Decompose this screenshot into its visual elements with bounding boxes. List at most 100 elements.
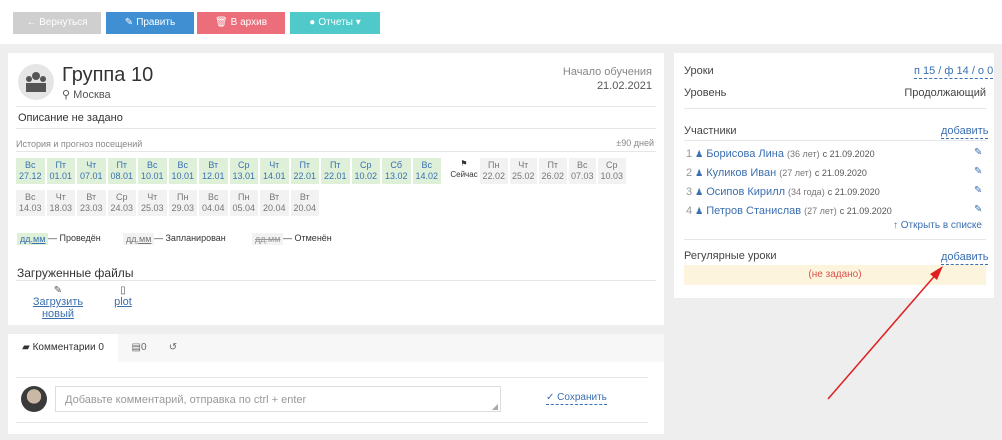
attendance-day-weekday: Вт [208,160,219,170]
attendance-day-date: 13.01 [232,171,256,181]
participant-number: 1 [686,148,693,160]
attendance-day[interactable]: Вт 23.03 [77,190,106,216]
edit-participant-icon[interactable]: ✎ [974,204,983,215]
attendance-day-weekday: Вс [146,160,158,170]
file-item[interactable]: ▯ plot [110,285,136,308]
history-icon: ↺ [168,342,178,353]
list-item: 3 ♟ Осипов Кирилл (34 года) с 21.09.2020 [686,186,883,198]
file-link[interactable]: plot [114,296,132,308]
attendance-day[interactable]: Вт 12.01 [199,158,228,184]
group-description: Описание не задано [18,112,123,124]
attendance-day[interactable]: Вс 14.02 [412,158,441,184]
participant-age: (36 лет) [787,149,820,159]
attendance-day[interactable]: Пт 01.01 [46,158,75,184]
reports-button[interactable]: ● Отчеты ▾ [290,12,380,34]
attendance-day-date: 10.03 [600,171,624,181]
open-list-link[interactable]: ↑ Открыть в списке [893,220,982,231]
start-date: 21.02.2021 [596,80,652,92]
attendance-day-date: 07.03 [570,171,594,181]
lessons-value[interactable]: п 15 / ф 14 / о 0 [914,65,994,79]
attendance-day[interactable]: Вс 10.01 [138,158,167,184]
legend-planned-chip: дд.мм [123,233,155,245]
chevron-down-icon: ▾ [355,17,361,28]
attendance-day[interactable]: Сб 13.02 [382,158,411,184]
attendance-day[interactable]: Ср 13.01 [229,158,258,184]
resize-handle-icon[interactable]: ◢ [492,402,498,411]
attendance-day-weekday: Вт [86,192,97,202]
attendance-day[interactable]: Чт 18.03 [46,190,75,216]
edit-participant-icon[interactable]: ✎ [974,147,983,158]
check-icon: ✓ [546,392,555,403]
participant-name[interactable]: Куликов Иван [706,167,776,179]
comment-input[interactable]: Добавьте комментарий, отправка по ctrl +… [55,386,501,412]
save-comment-button[interactable]: ✓ Сохранить [546,392,607,405]
attendance-day-date: 23.03 [79,203,103,213]
back-button[interactable]: ← Вернуться [13,12,101,34]
attendance-day-date: 14.03 [18,203,42,213]
upload-link[interactable]: Загрузить новый [33,296,83,320]
attendance-day[interactable]: Пн 05.04 [229,190,258,216]
attendance-day[interactable]: Вс 14.03 [16,190,45,216]
attendance-day-date: 10.02 [354,171,378,181]
tab-files-label: 0 [140,342,147,353]
attendance-day[interactable]: Ср 10.02 [351,158,380,184]
participant-number: 4 [686,205,693,217]
participant-name[interactable]: Петров Станислав [706,205,801,217]
attendance-day-weekday: Вс [177,160,188,170]
participant-name[interactable]: Борисова Лина [706,148,784,160]
add-participant-link[interactable]: добавить [941,125,989,139]
attendance-day-weekday: Ср [605,160,618,170]
attendance-day-date: 04.04 [201,203,225,213]
participant-name[interactable]: Осипов Кирилл [706,186,785,198]
toolbar: ← Вернуться ✎ Править 🗑 В архив ● Отчеты ▾ [0,0,1002,44]
divider [684,108,986,109]
document-icon: ▤ [131,342,141,353]
attendance-day-date: 25.02 [511,171,535,181]
attendance-day[interactable]: Пн 22.02 [480,158,508,184]
avatar [21,386,47,412]
attendance-day[interactable]: Ср 10.03 [598,158,626,184]
attendance-day[interactable]: Пт 22.01 [321,158,350,184]
attendance-day[interactable]: Пт 08.01 [107,158,136,184]
attendance-day[interactable]: Вс 07.03 [568,158,596,184]
edit-participant-icon[interactable]: ✎ [974,185,983,196]
attendance-heading: История и прогноз посещений [16,139,143,149]
attendance-day[interactable]: Пт 22.01 [290,158,319,184]
attendance-day-date: 26.02 [541,171,565,181]
attendance-day[interactable]: Пт 26.02 [539,158,567,184]
attendance-day[interactable]: Чт 25.03 [138,190,167,216]
attendance-day[interactable]: Вт 20.04 [290,190,319,216]
attendance-day[interactable]: Чт 07.01 [77,158,106,184]
tab-history[interactable]: ↺ [160,334,186,362]
divider [16,106,656,107]
attendance-day-weekday: Пт [299,160,311,170]
tab-files[interactable]: ▤0 [122,334,156,362]
attendance-day[interactable]: Вс 27.12 [16,158,45,184]
attendance-day[interactable]: Пн 29.03 [168,190,197,216]
attendance-day-weekday: Вт [299,192,310,202]
edit-participant-icon[interactable]: ✎ [974,166,983,177]
attendance-day[interactable]: Ср 24.03 [107,190,136,216]
attendance-day[interactable]: Вт 20.04 [260,190,289,216]
attendance-day[interactable]: Чт 14.01 [260,158,289,184]
attendance-day-weekday: Ср [115,192,128,202]
edit-button[interactable]: ✎ Править [106,12,194,34]
tab-comments[interactable]: ▰ Комментарии 0 [8,334,118,362]
regular-lessons-empty: (не задано) [684,265,986,285]
attendance-day-weekday: Вс [24,160,36,170]
add-regular-lesson-link[interactable]: добавить [941,251,989,265]
attendance-day-weekday: Пт [55,160,67,170]
reports-button-label: Отчеты [318,17,353,28]
attendance-day-date: 13.02 [384,171,408,181]
attendance-day[interactable]: Вс 04.04 [199,190,228,216]
attendance-day[interactable]: Чт 25.02 [509,158,537,184]
user-icon: ♟ [695,149,704,159]
attendance-day-date: 05.04 [232,203,256,213]
archive-button[interactable]: 🗑 В архив [197,12,285,34]
comment-icon: ▰ [22,342,30,353]
upload-file[interactable]: ✎ Загрузить новый [17,285,99,320]
attendance-day-date: 29.03 [171,203,195,213]
archive-button-label: В архив [230,17,268,28]
open-list-label: Открыть в списке [900,220,982,231]
attendance-day[interactable]: Вс 10.01 [168,158,197,184]
